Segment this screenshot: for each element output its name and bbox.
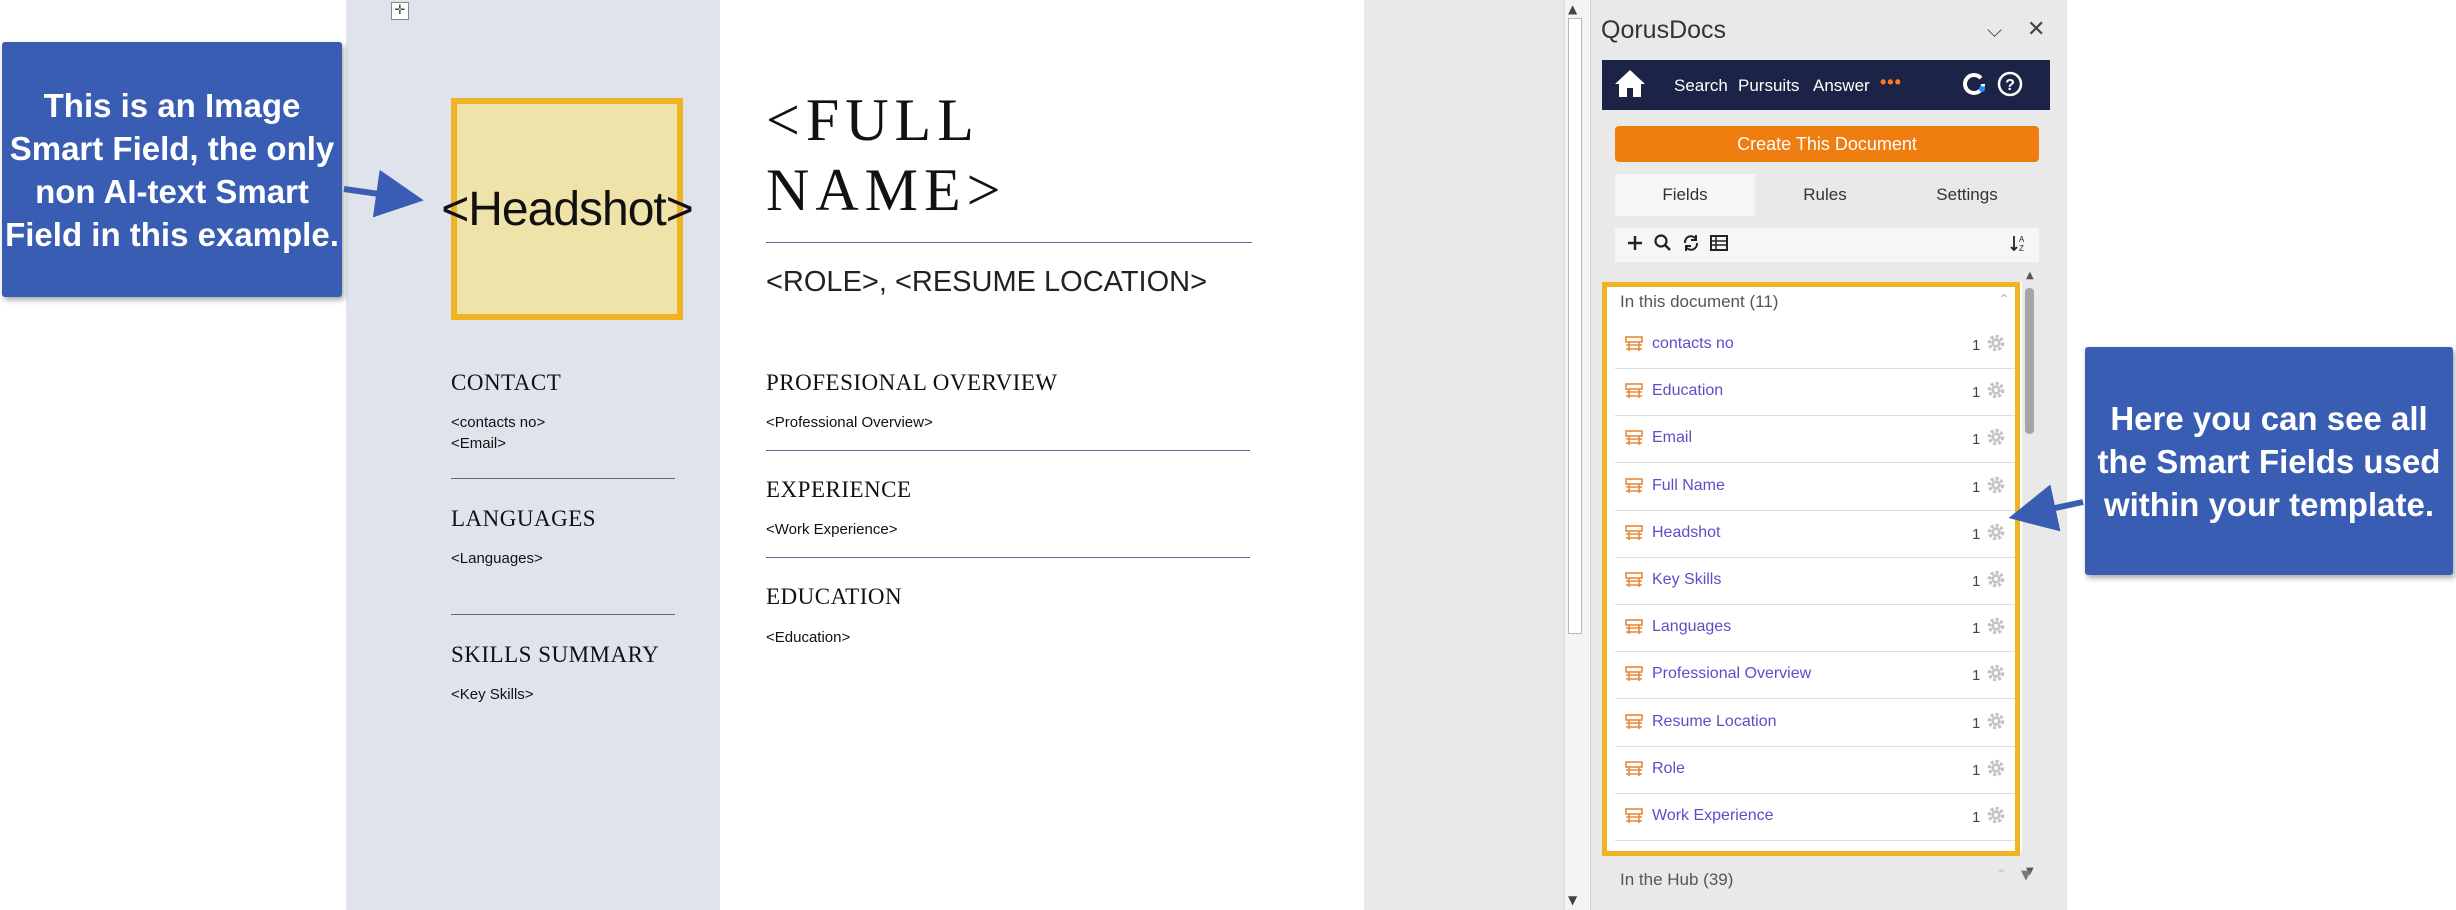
nav-search[interactable]: Search <box>1674 76 1728 96</box>
skills-summary-heading: SKILLS SUMMARY <box>451 642 660 667</box>
document-margin-right <box>1364 0 1564 910</box>
refresh-icon[interactable] <box>1960 70 1988 98</box>
sidebar-divider <box>451 478 675 479</box>
nav-answer[interactable]: Answer <box>1813 76 1870 96</box>
languages-heading: LANGUAGES <box>451 506 597 531</box>
nav-pursuits[interactable]: Pursuits <box>1738 76 1799 96</box>
callout-smart-fields-list: Here you can see all the Smart Fields us… <box>2085 347 2453 575</box>
svg-text:?: ? <box>2005 77 2015 94</box>
callout-text: Here you can see all the Smart Fields us… <box>2097 399 2441 523</box>
professional-overview-heading: PROFESIONAL OVERVIEW <box>766 370 1058 395</box>
education-heading: EDUCATION <box>766 584 903 609</box>
chevron-down-icon[interactable]: ⌵ <box>1987 18 2002 42</box>
table-move-handle-icon[interactable]: ✛ <box>391 2 409 20</box>
role-location-field[interactable]: <ROLE>, <RESUME LOCATION> <box>766 266 1207 299</box>
more-icon[interactable]: ••• <box>1880 72 1902 93</box>
headshot-image-field[interactable]: <Headshot> <box>441 98 694 320</box>
section-divider <box>766 557 1250 558</box>
scroll-down-arrow-icon[interactable]: ▼ <box>1568 893 1577 907</box>
callout-image-smart-field: This is an Image Smart Field, the only n… <box>2 42 342 297</box>
add-icon[interactable] <box>1624 232 1646 254</box>
experience-heading: EXPERIENCE <box>766 477 912 502</box>
create-document-button[interactable]: Create This Document <box>1615 126 2039 162</box>
sort-icon[interactable]: A Z <box>2008 232 2030 254</box>
full-name-field[interactable]: <FULL NAME> <box>766 85 1007 225</box>
search-icon[interactable] <box>1652 232 1674 254</box>
fields-toolbar <box>1615 228 2039 262</box>
professional-overview-field[interactable]: <Professional Overview> <box>766 414 933 431</box>
close-icon[interactable]: ✕ <box>2027 17 2045 42</box>
sync-icon[interactable] <box>1680 232 1702 254</box>
help-icon[interactable]: ? <box>1996 70 2024 98</box>
contact-heading: CONTACT <box>451 370 562 395</box>
list-view-icon[interactable] <box>1708 232 1730 254</box>
svg-text:Z: Z <box>2019 244 2024 253</box>
email-field[interactable]: <Email> <box>451 435 506 452</box>
home-icon[interactable] <box>1612 66 1648 102</box>
languages-field[interactable]: <Languages> <box>451 550 543 567</box>
name-divider <box>766 242 1252 243</box>
list-scroll-up-icon[interactable]: ▲ <box>2026 270 2034 281</box>
sidebar-divider <box>451 614 675 615</box>
key-skills-field[interactable]: <Key Skills> <box>451 686 534 703</box>
tab-rules[interactable]: Rules <box>1755 174 1895 216</box>
callout-text: This is an Image Smart Field, the only n… <box>5 86 339 253</box>
tab-settings[interactable]: Settings <box>1895 174 2039 216</box>
work-experience-field[interactable]: <Work Experience> <box>766 521 897 538</box>
svg-text:A: A <box>2019 235 2025 244</box>
scroll-up-arrow-icon[interactable]: ▲ <box>1568 2 1577 16</box>
in-the-hub-header[interactable]: In the Hub (39) <box>1620 870 1733 890</box>
tab-fields[interactable]: Fields <box>1615 174 1755 216</box>
section-divider <box>766 450 1250 451</box>
scrollbar-thumb[interactable] <box>1568 18 1582 634</box>
highlight-box <box>1602 282 2020 856</box>
list-scrollbar-thumb[interactable] <box>2025 288 2034 434</box>
chevron-down-icon[interactable]: ▼ <box>2021 868 2031 883</box>
contacts-no-field[interactable]: <contacts no> <box>451 414 545 431</box>
full-name-line1: <FULL <box>766 87 980 153</box>
pane-title: QorusDocs <box>1601 16 1727 44</box>
full-name-line2: NAME> <box>766 157 1007 223</box>
education-field[interactable]: <Education> <box>766 629 850 646</box>
chevron-up-icon[interactable]: ⌃ <box>1996 868 2007 883</box>
